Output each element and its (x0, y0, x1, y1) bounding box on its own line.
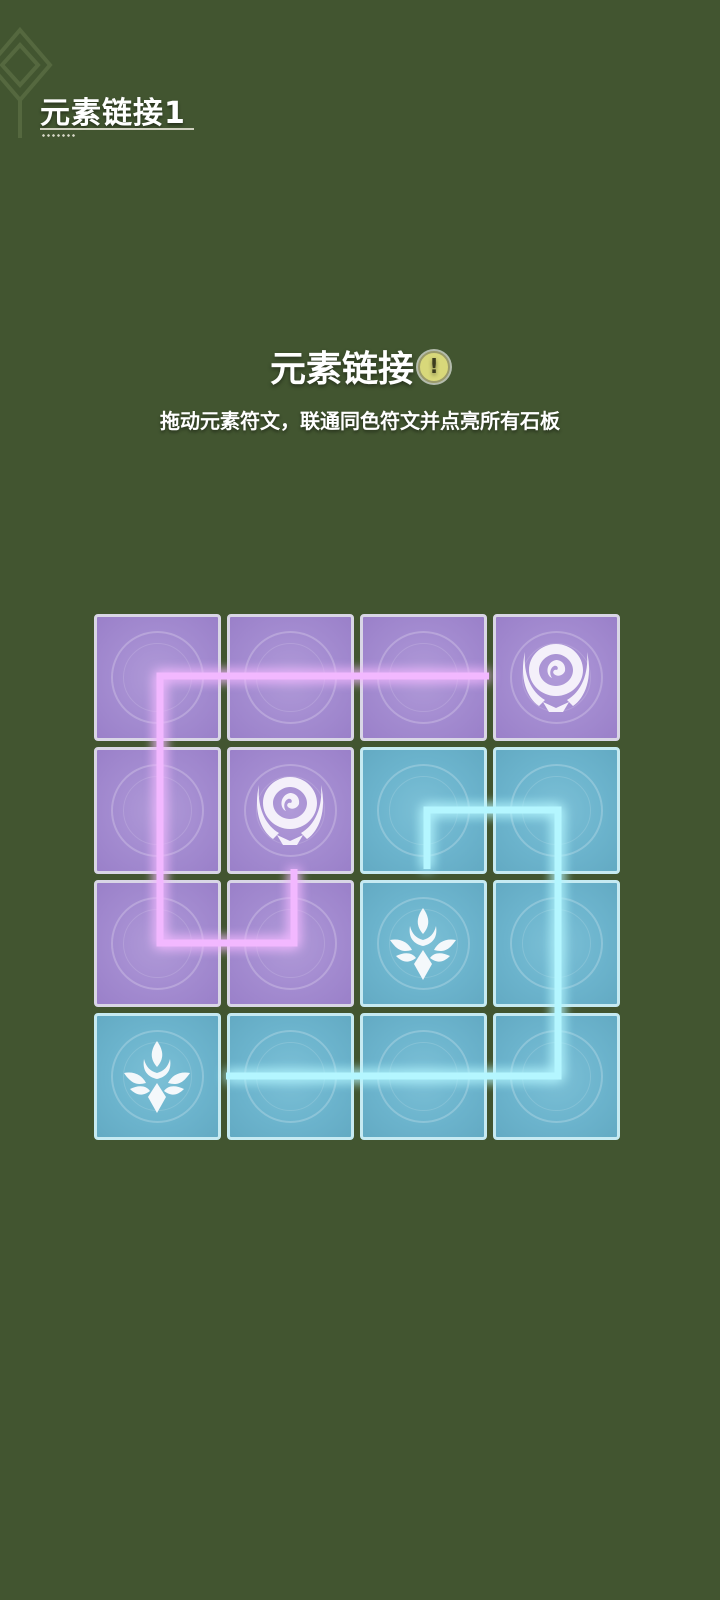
puzzle-title-row: 元素链接 (0, 340, 720, 392)
blue-tile[interactable] (360, 747, 487, 874)
blue-tile[interactable] (360, 1013, 487, 1140)
level-header: 元素链接1 (40, 88, 194, 137)
blue-tile[interactable] (493, 1013, 620, 1140)
electro-emblem-icon[interactable] (227, 747, 354, 874)
instruction-text: 拖动元素符文，联通同色符文并点亮所有石板 (160, 409, 560, 433)
level-progress-dots (41, 134, 75, 137)
purple-tile[interactable] (94, 747, 221, 874)
purple-tile[interactable] (94, 614, 221, 741)
purple-tile[interactable] (227, 614, 354, 741)
purple-tile[interactable] (227, 880, 354, 1007)
blue-tile[interactable] (227, 1013, 354, 1140)
hint-icon[interactable] (418, 351, 450, 383)
puzzle-title: 元素链接 (269, 349, 414, 390)
purple-tile[interactable] (360, 614, 487, 741)
cryo-emblem-icon[interactable] (94, 1013, 221, 1140)
puzzle-board (94, 614, 626, 1146)
electro-emblem-icon[interactable] (493, 614, 620, 741)
blue-tile[interactable] (493, 880, 620, 1007)
level-title: 元素链接1 (40, 96, 186, 131)
blue-tile[interactable] (493, 747, 620, 874)
purple-tile[interactable] (94, 880, 221, 1007)
level-underline (40, 128, 194, 130)
cryo-emblem-icon[interactable] (360, 880, 487, 1007)
